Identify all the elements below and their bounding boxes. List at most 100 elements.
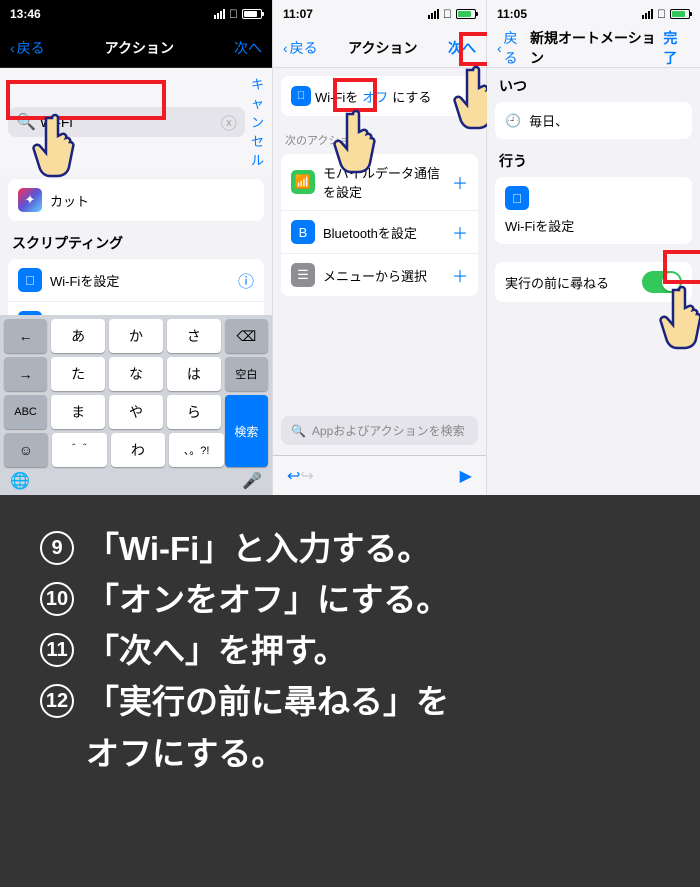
ask-toggle[interactable] [642, 271, 682, 293]
nav-bar: ‹ 戻る アクション 次へ [0, 28, 272, 68]
section-header: 行う [487, 143, 700, 173]
wifi-icon: 􀙇 [443, 7, 452, 21]
step-text: オフにする。 [86, 728, 284, 779]
emoji-key[interactable]: ☺ [4, 433, 48, 467]
battery-icon [456, 9, 476, 19]
back-button[interactable]: ‹ 戻る [283, 38, 318, 58]
battery-icon [242, 9, 262, 19]
cancel-button[interactable]: キャンセル [251, 74, 264, 169]
wifi-icon: 􀙇 [505, 186, 529, 210]
signal-icon [214, 9, 225, 19]
nav-title: アクション [105, 38, 174, 58]
step-number: 10 [40, 582, 74, 616]
wifi-icon: 􀙇 [291, 86, 311, 106]
done-button[interactable]: 完了 [663, 28, 690, 68]
clear-icon[interactable]: ⓧ [221, 110, 237, 134]
next-button[interactable]: 次へ [234, 38, 262, 58]
nav-title: アクション [348, 38, 417, 58]
step-text: 「オンをオフ」にする。 [86, 574, 449, 625]
kana-key[interactable]: な [109, 357, 163, 391]
phone-screen-1: 13:46 􀙇 ‹ 戻る アクション 次へ 🔍 ⓧ キャンセル ✦ カット [0, 0, 273, 495]
kana-key[interactable]: さ [167, 319, 221, 353]
step-text: 「次へ」を押す。 [86, 625, 347, 676]
when-list: 🕘 毎日、 [495, 102, 692, 139]
action-chip[interactable]: 􀙇 Wi-Fiを オフ にする [281, 76, 478, 116]
toggle-value[interactable]: オフ [362, 87, 388, 106]
kana-key[interactable]: か [109, 319, 163, 353]
status-bar: 11:05 􀙇 [487, 0, 700, 28]
step-text: 「実行の前に尋ねる」を [86, 676, 449, 727]
battery-icon [670, 9, 690, 19]
shortcuts-list: ✦ カット [8, 179, 264, 221]
info-icon[interactable]: ⓘ [238, 268, 254, 292]
play-icon[interactable]: ▶ [460, 466, 472, 486]
add-icon[interactable]: ＋ [452, 263, 468, 287]
step-number: 9 [40, 531, 74, 565]
back-button[interactable]: ‹ 戻る [497, 28, 530, 68]
clock-icon: 🕘 [505, 113, 521, 129]
wifi-icon: 􀙇 [18, 268, 42, 292]
mic-icon[interactable]: 🎤 [242, 471, 262, 491]
undo-icon[interactable]: ↩ [287, 466, 300, 486]
kana-key[interactable]: や [109, 395, 163, 429]
backspace-key[interactable]: ⌫ [225, 319, 268, 353]
ask-list: 実行の前に尋ねる [495, 262, 692, 302]
phone-screen-3: 11:05 􀙇 ‹ 戻る 新規オートメーション 完了 いつ 🕘 毎日、 行う 􀙇… [487, 0, 700, 495]
cellular-icon: 📶 [291, 170, 315, 194]
kana-key[interactable]: は [167, 357, 221, 391]
nav-bar: ‹ 戻る 新規オートメーション 完了 [487, 28, 700, 68]
redo-icon[interactable]: ↪ [300, 466, 313, 486]
search-key[interactable]: 検索 [225, 395, 268, 467]
instructions-panel: 9「Wi-Fi」と入力する。 10「オンをオフ」にする。 11「次へ」を押す。 … [0, 495, 700, 887]
list-item[interactable]: ☰ メニューから選択 ＋ [281, 254, 478, 296]
key-arrow-right[interactable]: → [4, 357, 47, 391]
suggestions-list: 📶 モバイルデータ通信を設定 ＋ B Bluetoothを設定 ＋ ☰ メニュー… [281, 154, 478, 296]
kana-key[interactable]: ら [167, 395, 221, 429]
clock: 13:46 [10, 7, 41, 21]
bluetooth-icon: B [291, 220, 315, 244]
phone-screen-2: 11:07 􀙇 ‹ 戻る アクション 次へ 􀙇 Wi-Fiを オフ にする 次の… [273, 0, 487, 495]
do-list: 􀙇 Wi-Fiを設定 [495, 177, 692, 244]
kana-key[interactable]: わ [111, 433, 166, 467]
globe-icon[interactable]: 🌐 [10, 471, 30, 491]
kana-key[interactable]: あ [51, 319, 105, 353]
abc-key[interactable]: ABC [4, 395, 47, 429]
status-bar: 13:46 􀙇 [0, 0, 272, 28]
add-icon[interactable]: ＋ [452, 220, 468, 244]
list-item[interactable]: B Bluetoothを設定 ＋ [281, 211, 478, 254]
kana-key[interactable]: 、。?! [169, 433, 224, 467]
add-icon[interactable]: ＋ [452, 170, 468, 194]
section-header: 次のアクション [273, 124, 486, 150]
search-field[interactable]: 🔍 ⓧ [8, 107, 245, 137]
kana-key[interactable]: ま [51, 395, 105, 429]
step-text: 「Wi-Fi」と入力する。 [86, 523, 430, 574]
search-icon: 🔍 [291, 424, 306, 438]
kana-key[interactable]: た [51, 357, 105, 391]
search-input[interactable] [40, 114, 221, 130]
clock: 11:07 [283, 7, 313, 21]
search-field[interactable]: 🔍 Appおよびアクションを検索 [281, 416, 478, 445]
signal-icon [428, 9, 439, 19]
section-header: いつ [487, 68, 700, 98]
list-item[interactable]: 📶 モバイルデータ通信を設定 ＋ [281, 154, 478, 211]
step-number: 11 [40, 633, 74, 667]
list-item[interactable]: 􀙇 Wi-Fiを設定 ⓘ [8, 259, 264, 302]
wifi-icon: 􀙇 [229, 7, 238, 21]
clock: 11:05 [497, 7, 527, 21]
menu-icon: ☰ [291, 263, 315, 287]
list-item[interactable]: 🕘 毎日、 [495, 102, 692, 139]
search-row: 🔍 ⓧ キャンセル [0, 68, 272, 175]
wifi-icon: 􀙇 [657, 7, 666, 21]
back-button[interactable]: ‹ 戻る [10, 38, 45, 58]
list-item[interactable]: ✦ カット [8, 179, 264, 221]
space-key[interactable]: 空白 [225, 357, 268, 391]
section-header: スクリプティング [0, 225, 272, 255]
list-item[interactable]: 􀙇 Wi-Fiを設定 [495, 177, 692, 244]
next-button[interactable]: 次へ [448, 38, 476, 58]
kana-key[interactable]: ＾＾ [52, 433, 107, 467]
nav-bar: ‹ 戻る アクション 次へ [273, 28, 486, 68]
key-arrow-left[interactable]: ← [4, 319, 47, 353]
keyboard[interactable]: ← あ か さ ⌫ → た な は 空白 ABC ま や ら 検索 ☺ [0, 315, 272, 495]
bottom-toolbar: ↩ ↪ ▶ [273, 455, 486, 495]
signal-icon [642, 9, 653, 19]
